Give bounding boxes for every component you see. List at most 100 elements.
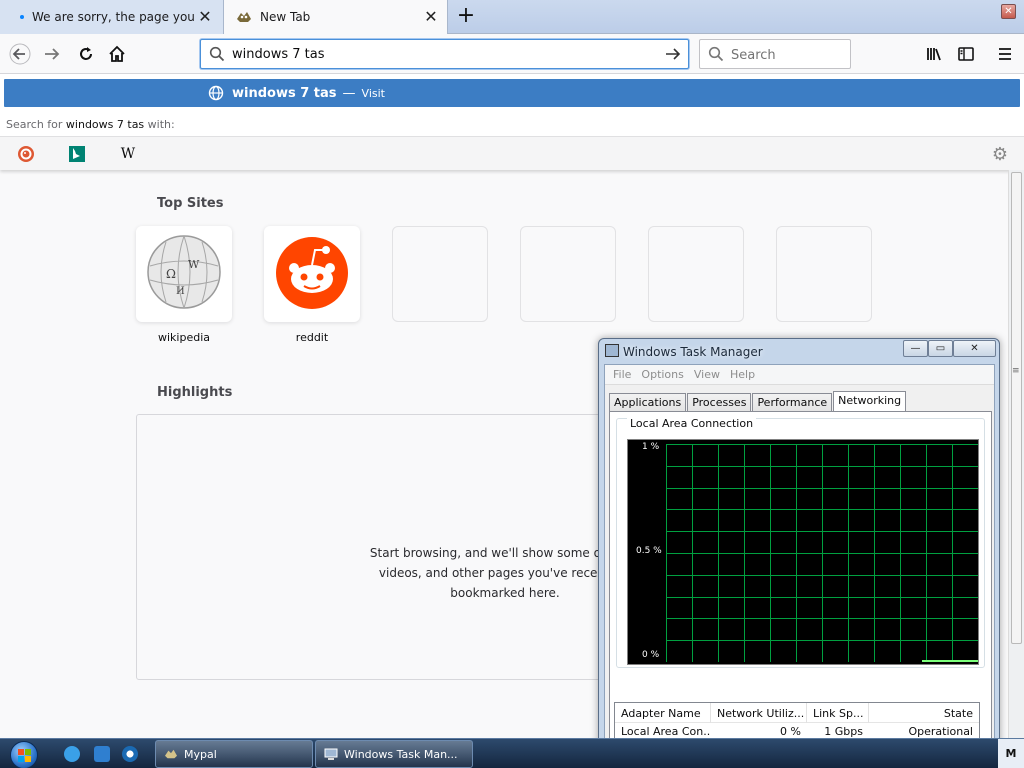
start-button[interactable] xyxy=(10,741,38,768)
bing-icon[interactable] xyxy=(68,145,86,163)
mypal-icon xyxy=(165,749,177,759)
library-icon xyxy=(927,48,941,61)
cell-state: Operational xyxy=(908,725,973,738)
suggestion-separator: — xyxy=(342,85,356,101)
suggestion-text: windows 7 tas xyxy=(232,85,337,101)
search-icon xyxy=(708,46,724,62)
search-bar[interactable] xyxy=(699,39,851,69)
windows-flag-icon xyxy=(18,749,31,762)
window-close-button[interactable]: ✕ xyxy=(1001,4,1016,19)
back-arrow-icon xyxy=(9,43,31,65)
sidebar-button[interactable] xyxy=(952,40,980,68)
minimize-button[interactable]: — xyxy=(903,340,928,357)
page-scrollbar[interactable]: ≡ xyxy=(1008,170,1024,738)
top-site-label: reddit xyxy=(295,331,329,344)
suggestion-action: Visit xyxy=(361,86,385,100)
menu-options[interactable]: Options xyxy=(636,365,688,384)
networking-panel: Local Area Connection 1 % 0.5 % 0 % Adap… xyxy=(609,411,992,768)
scrollbar-grip-icon: ≡ xyxy=(1012,366,1020,376)
taskbar-button-label: Mypal xyxy=(184,747,217,761)
menu-button[interactable] xyxy=(991,40,1019,68)
column-network-utilization[interactable]: Network Utiliz... xyxy=(711,703,807,723)
y-axis-label: 0 % xyxy=(642,650,660,660)
autocomplete-visit-row[interactable]: windows 7 tas — Visit xyxy=(4,79,1020,107)
wikipedia-globe-icon: Ω W И xyxy=(147,235,221,309)
media-player-icon[interactable] xyxy=(122,746,138,762)
taskbar-button-mypal[interactable]: Mypal xyxy=(155,740,313,768)
top-site-tile-reddit[interactable] xyxy=(264,226,360,322)
tab-performance[interactable]: Performance xyxy=(752,393,833,412)
cell-utilization: 0 % xyxy=(780,725,801,738)
close-tab-icon[interactable]: ✕ xyxy=(197,9,213,25)
close-button[interactable]: ✕ xyxy=(953,340,996,357)
menu-help[interactable]: Help xyxy=(725,365,760,384)
go-arrow-icon[interactable] xyxy=(664,45,682,63)
svg-text:Ω: Ω xyxy=(166,267,176,281)
adapter-list-header: Adapter Name Network Utiliz... Link Sp..… xyxy=(615,703,979,723)
column-adapter-name[interactable]: Adapter Name xyxy=(615,703,711,723)
tab-strip: We are sorry, the page you requested ✕ N… xyxy=(0,0,1024,34)
search-input[interactable] xyxy=(731,45,841,65)
column-link-speed[interactable]: Link Sp... xyxy=(807,703,869,723)
maximize-button[interactable]: ▭ xyxy=(928,340,953,357)
task-manager-icon xyxy=(605,344,619,357)
task-manager-body: File Options View Help Applications Proc… xyxy=(604,364,995,768)
mypal-icon xyxy=(237,12,251,22)
close-tab-icon[interactable]: ✕ xyxy=(423,9,439,25)
task-manager-tabs: Applications Processes Performance Netwo… xyxy=(609,391,907,412)
sidebar-icon xyxy=(958,47,974,61)
taskbar-button-task-manager[interactable]: Windows Task Man... xyxy=(315,740,473,768)
tab-applications[interactable]: Applications xyxy=(609,393,687,412)
svg-text:W: W xyxy=(188,258,200,271)
new-tab-button[interactable]: + xyxy=(454,5,478,29)
back-button[interactable] xyxy=(6,40,34,68)
task-manager-menu: File Options View Help xyxy=(605,365,994,385)
library-button[interactable] xyxy=(920,40,948,68)
search-icon xyxy=(209,46,225,62)
reddit-icon xyxy=(276,237,348,309)
explorer-icon[interactable] xyxy=(94,746,110,762)
scrollbar-thumb[interactable] xyxy=(1011,172,1022,644)
home-icon xyxy=(109,45,125,62)
internet-explorer-icon[interactable] xyxy=(64,746,80,762)
reload-button[interactable] xyxy=(72,40,100,68)
task-manager-title: Windows Task Manager xyxy=(623,345,763,359)
duckduckgo-icon[interactable] xyxy=(17,145,35,163)
tray-indicator[interactable]: M xyxy=(998,739,1024,768)
url-input[interactable] xyxy=(232,44,652,64)
task-manager-icon xyxy=(324,748,338,760)
top-site-tile-empty[interactable] xyxy=(776,226,872,322)
top-site-tile-empty[interactable] xyxy=(648,226,744,322)
hamburger-icon xyxy=(999,48,1011,60)
home-button[interactable] xyxy=(103,40,131,68)
taskbar-button-label: Windows Task Man... xyxy=(344,747,458,761)
top-site-tile-empty[interactable] xyxy=(392,226,488,322)
network-utilization-graph: 1 % 0.5 % 0 % xyxy=(627,439,979,665)
top-site-tile-empty[interactable] xyxy=(520,226,616,322)
taskbar: Mypal Windows Task Man... M xyxy=(0,738,1024,768)
globe-icon xyxy=(208,85,224,101)
tab-title: New Tab xyxy=(260,10,311,24)
forward-arrow-icon xyxy=(45,48,60,60)
tab-title: We are sorry, the page you requested xyxy=(32,10,197,24)
menu-view[interactable]: View xyxy=(689,365,725,384)
reload-icon xyxy=(80,47,92,60)
url-bar[interactable] xyxy=(200,39,689,69)
wikipedia-icon[interactable]: W xyxy=(119,145,137,163)
loading-dot-icon xyxy=(20,15,24,19)
top-site-tile-wikipedia[interactable]: Ω W И xyxy=(136,226,232,322)
navigation-toolbar xyxy=(0,34,1024,74)
gear-icon[interactable]: ⚙ xyxy=(992,144,1008,165)
top-site-label: wikipedia xyxy=(157,331,210,344)
search-with-prefix: Search for xyxy=(6,118,63,131)
tab-networking[interactable]: Networking xyxy=(833,391,907,412)
graph-plot-area xyxy=(666,444,978,662)
forward-button[interactable] xyxy=(38,40,66,68)
column-state[interactable]: State xyxy=(869,703,979,723)
tab-new-tab[interactable]: New Tab ✕ xyxy=(224,0,448,34)
one-off-search-engines: W ⚙ xyxy=(0,136,1024,170)
task-manager-window: Windows Task Manager — ▭ ✕ File Options … xyxy=(598,338,1000,768)
tab-error-page[interactable]: We are sorry, the page you requested ✕ xyxy=(0,0,224,34)
tab-processes[interactable]: Processes xyxy=(687,393,752,412)
menu-file[interactable]: File xyxy=(608,365,636,384)
